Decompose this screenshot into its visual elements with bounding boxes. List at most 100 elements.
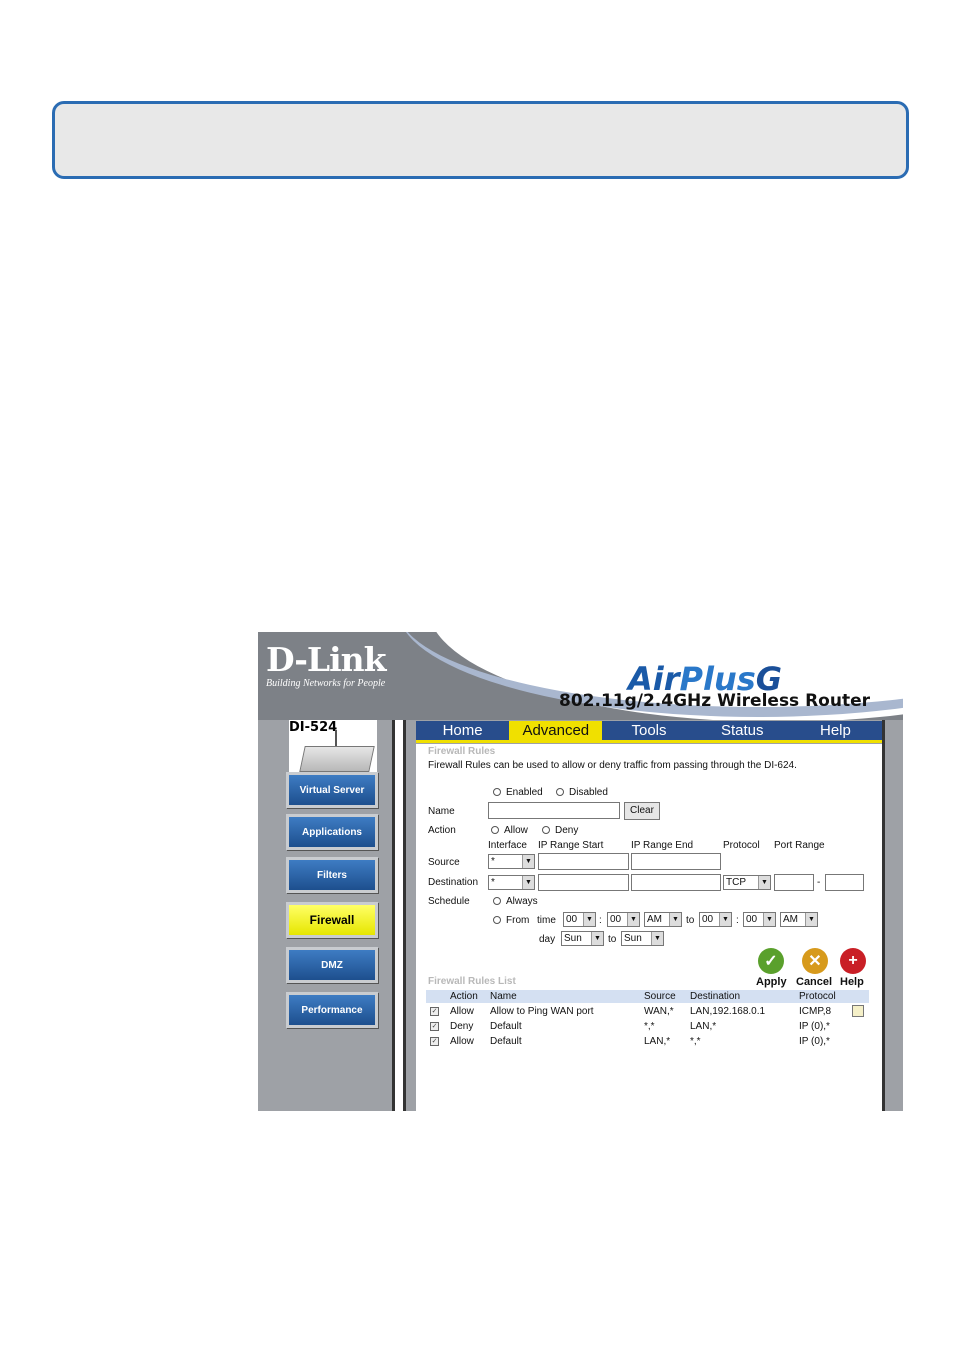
to-ampm-select[interactable]: AM ▼ bbox=[780, 912, 818, 927]
chevron-down-icon: ▼ bbox=[805, 913, 817, 926]
time-colon-2: : bbox=[736, 915, 739, 926]
row-protocol: IP (0),* bbox=[799, 1021, 830, 1032]
tab-status[interactable]: Status bbox=[696, 721, 789, 740]
allow-radio[interactable]: Allow bbox=[491, 825, 528, 836]
frame-right bbox=[882, 720, 903, 1111]
day-label: day bbox=[539, 934, 556, 945]
row-source: *,* bbox=[644, 1021, 655, 1032]
chevron-down-icon: ▼ bbox=[719, 913, 731, 926]
top-tabs: Home Advanced Tools Status Help bbox=[416, 721, 882, 743]
sidebar-item-firewall[interactable]: Firewall bbox=[286, 902, 378, 938]
tab-advanced[interactable]: Advanced bbox=[509, 721, 603, 740]
name-label: Name bbox=[428, 806, 455, 817]
clear-button[interactable]: Clear bbox=[624, 802, 660, 820]
port-start-input[interactable] bbox=[774, 874, 814, 891]
row-action: Allow bbox=[450, 1006, 474, 1017]
row-protocol: ICMP,8 bbox=[799, 1006, 832, 1017]
help-icon[interactable]: + bbox=[840, 948, 866, 974]
from-min-select[interactable]: 00 ▼ bbox=[607, 912, 640, 927]
tab-tools[interactable]: Tools bbox=[602, 721, 695, 740]
to-min-select[interactable]: 00 ▼ bbox=[743, 912, 776, 927]
chevron-down-icon: ▼ bbox=[591, 932, 603, 945]
row-name: Default bbox=[490, 1036, 522, 1047]
action-label: Action bbox=[428, 825, 456, 836]
enabled-radio[interactable]: Enabled bbox=[493, 787, 543, 798]
row-protocol: IP (0),* bbox=[799, 1036, 830, 1047]
chevron-down-icon: ▼ bbox=[758, 876, 770, 889]
apply-icon[interactable]: ✓ bbox=[758, 948, 784, 974]
port-end-input[interactable] bbox=[825, 874, 864, 891]
row-destination: LAN,192.168.0.1 bbox=[690, 1006, 766, 1017]
row-destination: LAN,* bbox=[690, 1021, 717, 1032]
brand-tagline: Building Networks for People bbox=[266, 678, 386, 689]
sidebar-item-dmz[interactable]: DMZ bbox=[286, 947, 378, 983]
edit-icon[interactable] bbox=[852, 1005, 864, 1017]
sidebar-item-virtual-server[interactable]: Virtual Server bbox=[286, 772, 378, 808]
from-ampm-select[interactable]: AM ▼ bbox=[644, 912, 682, 927]
col-ip-end: IP Range End bbox=[631, 840, 694, 851]
cancel-icon[interactable]: ✕ bbox=[802, 948, 828, 974]
main-panel bbox=[416, 744, 882, 1111]
header-name: Name bbox=[490, 991, 517, 1002]
col-protocol: Protocol bbox=[723, 840, 760, 851]
dest-ip-start-input[interactable] bbox=[538, 874, 629, 891]
name-input[interactable] bbox=[488, 802, 620, 819]
destination-label: Destination bbox=[428, 877, 479, 888]
product-subtitle: 802.11g/2.4GHz Wireless Router bbox=[559, 691, 871, 711]
sidebar-item-filters[interactable]: Filters bbox=[286, 857, 378, 893]
row-destination: *,* bbox=[690, 1036, 701, 1047]
frame-divider bbox=[392, 720, 406, 1111]
schedule-label: Schedule bbox=[428, 896, 470, 907]
sidebar-item-performance[interactable]: Performance bbox=[286, 992, 378, 1028]
dest-ip-end-input[interactable] bbox=[631, 874, 721, 891]
source-ip-start-input[interactable] bbox=[538, 853, 629, 870]
from-radio[interactable]: From bbox=[493, 915, 529, 926]
disabled-radio[interactable]: Disabled bbox=[556, 787, 608, 798]
row-checkbox[interactable]: ✓ bbox=[430, 1007, 439, 1016]
chevron-down-icon: ▼ bbox=[627, 913, 639, 926]
source-interface-select[interactable]: * ▼ bbox=[488, 854, 535, 869]
to-hour-select[interactable]: 00 ▼ bbox=[699, 912, 732, 927]
tab-home[interactable]: Home bbox=[416, 721, 509, 740]
row-checkbox[interactable]: ✓ bbox=[430, 1022, 439, 1031]
deny-radio[interactable]: Deny bbox=[542, 825, 578, 836]
header-action: Action bbox=[450, 991, 478, 1002]
banner: D-Link Building Networks for People AirP… bbox=[258, 632, 903, 720]
dest-interface-select[interactable]: * ▼ bbox=[488, 875, 535, 890]
cancel-button[interactable]: Cancel bbox=[796, 976, 832, 988]
day-from-select[interactable]: Sun ▼ bbox=[561, 931, 604, 946]
header-source: Source bbox=[644, 991, 676, 1002]
row-source: LAN,* bbox=[644, 1036, 671, 1047]
help-button[interactable]: Help bbox=[840, 976, 864, 988]
day-to-label: to bbox=[608, 934, 617, 945]
row-action: Deny bbox=[450, 1021, 474, 1032]
day-to-select[interactable]: Sun ▼ bbox=[621, 931, 664, 946]
header-box bbox=[52, 101, 909, 179]
protocol-select[interactable]: TCP ▼ bbox=[723, 875, 771, 890]
chevron-down-icon: ▼ bbox=[669, 913, 681, 926]
row-source: WAN,* bbox=[644, 1006, 674, 1017]
col-ip-start: IP Range Start bbox=[538, 840, 604, 851]
header-protocol: Protocol bbox=[799, 991, 836, 1002]
router-screenshot: D-Link Building Networks for People AirP… bbox=[258, 632, 903, 1111]
section-description: Firewall Rules can be used to allow or d… bbox=[428, 760, 797, 771]
rules-list-title: Firewall Rules List bbox=[428, 976, 516, 987]
row-name: Default bbox=[490, 1021, 522, 1032]
apply-button[interactable]: Apply bbox=[756, 976, 787, 988]
chevron-down-icon: ▼ bbox=[583, 913, 595, 926]
from-hour-select[interactable]: 00 ▼ bbox=[563, 912, 596, 927]
always-radio[interactable]: Always bbox=[493, 896, 538, 907]
col-interface: Interface bbox=[488, 840, 527, 851]
source-label: Source bbox=[428, 857, 460, 868]
row-name: Allow to Ping WAN port bbox=[490, 1006, 594, 1017]
row-checkbox[interactable]: ✓ bbox=[430, 1037, 439, 1046]
row-action: Allow bbox=[450, 1036, 474, 1047]
sidebar-item-applications[interactable]: Applications bbox=[286, 814, 378, 850]
source-ip-end-input[interactable] bbox=[631, 853, 721, 870]
tab-help[interactable]: Help bbox=[789, 721, 882, 740]
device-model: DI-524 bbox=[289, 720, 338, 735]
brand-logo: D-Link bbox=[266, 640, 387, 679]
port-dash: - bbox=[817, 877, 821, 888]
header-destination: Destination bbox=[690, 991, 741, 1002]
time-colon: : bbox=[599, 915, 602, 926]
